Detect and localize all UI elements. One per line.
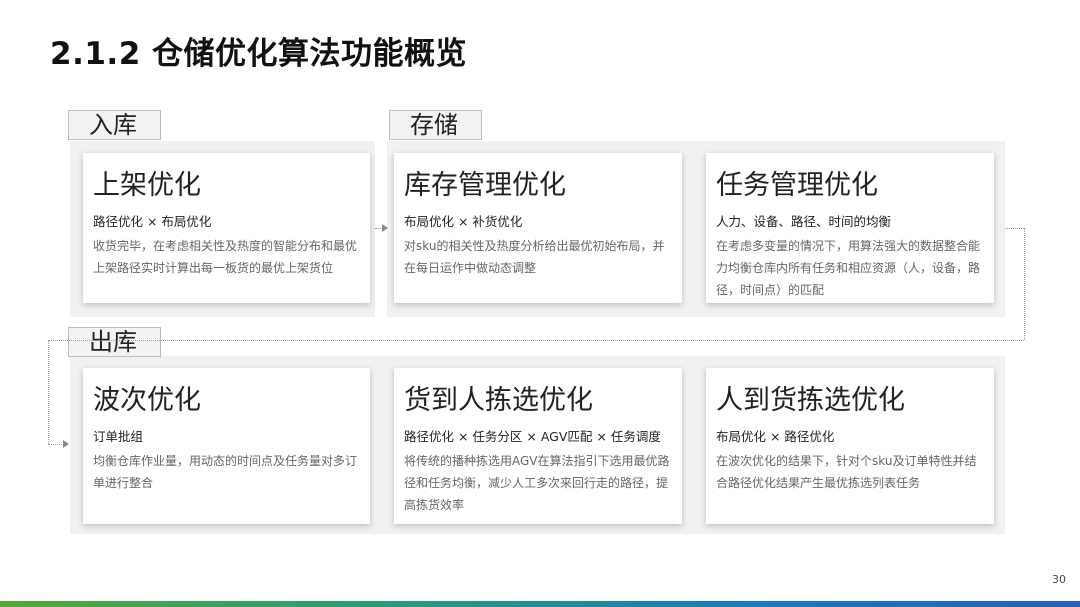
card-subtitle: 订单批组 (93, 429, 144, 444)
card-title: 任务管理优化 (716, 170, 878, 201)
arrow-right-icon (382, 224, 388, 232)
card-subtitle: 布局优化 × 路径优化 (716, 429, 835, 444)
card-subtitle: 人力、设备、路径、时间的均衡 (716, 214, 892, 229)
section-tag-outbound: 出库 (68, 327, 161, 357)
connector-storage-right (1005, 228, 1024, 229)
card-task-management-optimization: 任务管理优化 人力、设备、路径、时间的均衡 在考虑多变量的情况下，用算法强大的数… (706, 153, 994, 303)
arrow-right-icon (63, 440, 69, 448)
footer-gradient-bar (0, 601, 1080, 607)
card-description: 均衡仓库作业量，用动态的时间点及任务量对多订单进行整合 (93, 454, 358, 490)
card-wave-optimization: 波次优化 订单批组 均衡仓库作业量，用动态的时间点及任务量对多订单进行整合 (83, 368, 370, 524)
card-title: 波次优化 (93, 385, 201, 416)
card-person-to-goods-optimization: 人到货拣选优化 布局优化 × 路径优化 在波次优化的结果下，针对个sku及订单特… (706, 368, 994, 524)
connector-to-outbound (48, 444, 64, 445)
card-title: 人到货拣选优化 (716, 385, 905, 416)
section-tag-inbound: 入库 (68, 110, 161, 140)
card-description: 收货完毕，在考虑相关性及热度的智能分布和最优上架路径实时计算出每一板货的最优上架… (93, 239, 358, 275)
card-description: 在波次优化的结果下，针对个sku及订单特性并结合路径优化结果产生最优拣选列表任务 (716, 454, 977, 490)
card-title: 库存管理优化 (404, 170, 566, 201)
card-title: 货到人拣选优化 (404, 385, 593, 416)
card-putaway-optimization: 上架优化 路径优化 × 布局优化 收货完毕，在考虑相关性及热度的智能分布和最优上… (83, 153, 370, 303)
section-tag-storage: 存储 (389, 110, 482, 140)
card-description: 将传统的播种拣选用AGV在算法指引下选用最优路径和任务均衡，减少人工多次来回行走… (404, 454, 670, 512)
card-subtitle: 路径优化 × 布局优化 (93, 214, 212, 229)
card-inventory-optimization: 库存管理优化 布局优化 × 补货优化 对sku的相关性及热度分析给出最优初始布局… (394, 153, 682, 303)
card-subtitle: 路径优化 × 任务分区 × AGV匹配 × 任务调度 (404, 429, 661, 444)
card-description: 在考虑多变量的情况下，用算法强大的数据整合能力均衡仓库内所有任务和相应资源（人，… (716, 239, 981, 297)
connector-right-vertical (1024, 228, 1025, 340)
card-title: 上架优化 (93, 170, 201, 201)
card-subtitle: 布局优化 × 补货优化 (404, 214, 523, 229)
page-number: 30 (1052, 573, 1066, 586)
card-goods-to-person-optimization: 货到人拣选优化 路径优化 × 任务分区 × AGV匹配 × 任务调度 将传统的播… (394, 368, 682, 524)
connector-left-vertical (48, 340, 49, 444)
page-title: 2.1.2 仓储优化算法功能概览 (50, 36, 468, 72)
connector-return-horizontal (48, 340, 1024, 341)
card-description: 对sku的相关性及热度分析给出最优初始布局，并在每日运作中做动态调整 (404, 239, 665, 275)
